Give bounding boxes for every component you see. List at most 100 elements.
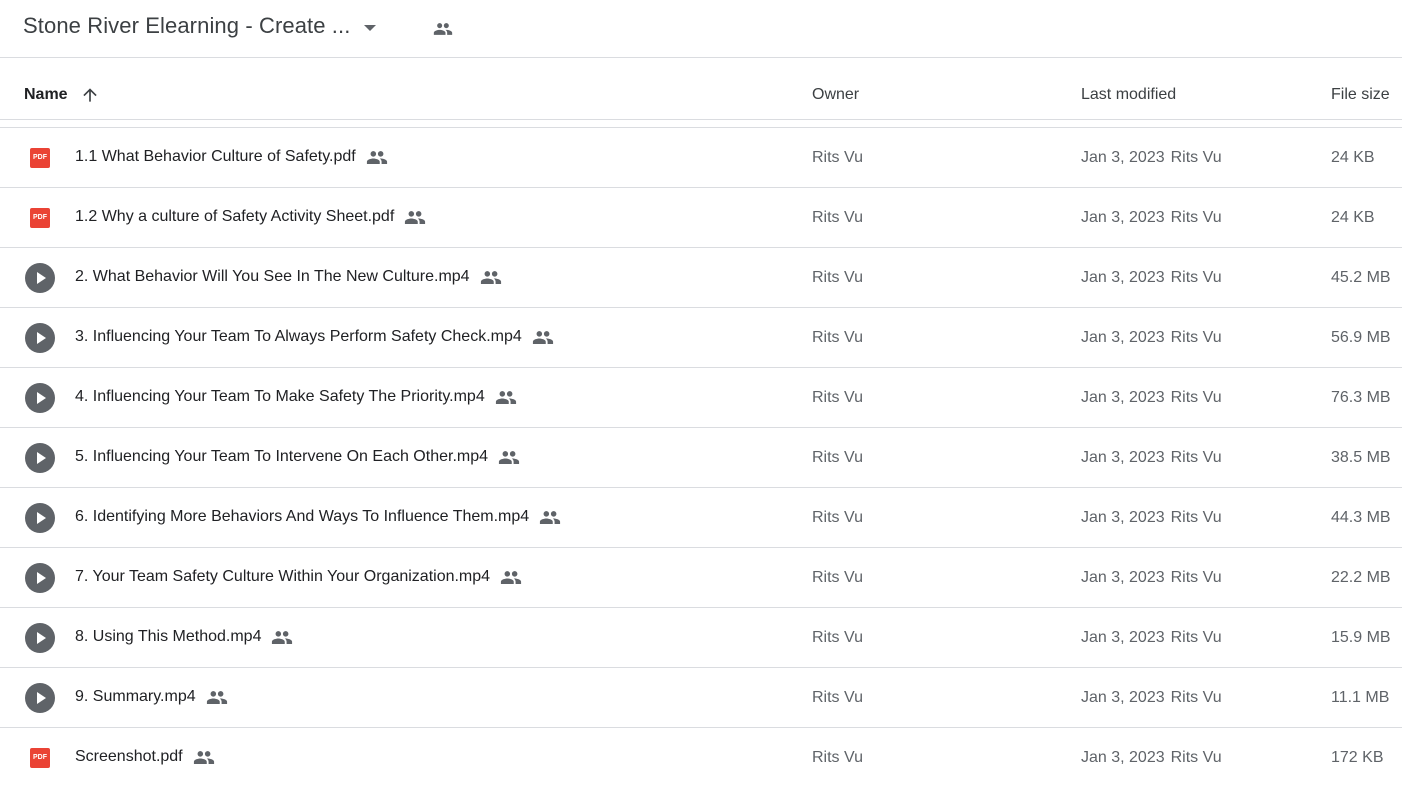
pdf-file-icon: PDF [30, 148, 50, 168]
play-circle-icon [25, 563, 55, 593]
play-circle-icon [25, 683, 55, 713]
caret-down-icon[interactable] [364, 25, 376, 31]
file-row[interactable]: PDF 1.1 What Behavior Culture of Safety.p… [0, 128, 1402, 188]
shared-people-icon[interactable] [430, 19, 456, 44]
file-name[interactable]: 1.1 What Behavior Culture of Safety.pdf [75, 148, 356, 166]
file-owner: Rits Vu [812, 269, 863, 286]
shared-people-icon [366, 150, 387, 164]
shared-people-icon [271, 630, 293, 644]
file-name[interactable]: 5. Influencing Your Team To Intervene On… [75, 448, 488, 466]
pdf-file-icon: PDF [30, 748, 50, 768]
file-owner: Rits Vu [812, 449, 863, 466]
play-circle-icon [25, 263, 55, 293]
shared-people-icon [480, 270, 501, 284]
file-owner: Rits Vu [812, 509, 863, 526]
file-size: 44.3 MB [1331, 509, 1391, 526]
file-last-modified: Jan 3, 2023 Rits Vu [1081, 689, 1222, 707]
file-name-cell: 1.1 What Behavior Culture of Safety.pdf [75, 148, 387, 166]
file-owner: Rits Vu [812, 629, 863, 646]
file-last-modified: Jan 3, 2023 Rits Vu [1081, 749, 1222, 767]
modified-date: Jan 3, 2023 [1081, 509, 1165, 526]
modified-by: Rits Vu [1170, 569, 1222, 586]
file-row[interactable]: 6. Identifying More Behaviors And Ways T… [0, 488, 1402, 548]
folder-title[interactable]: Stone River Elearning - Create ... [23, 13, 350, 39]
file-name-cell: 2. What Behavior Will You See In The New… [75, 268, 501, 286]
file-owner: Rits Vu [812, 569, 863, 586]
modified-date: Jan 3, 2023 [1081, 569, 1165, 586]
modified-by: Rits Vu [1170, 269, 1222, 286]
shared-people-icon [532, 330, 553, 344]
file-name[interactable]: 9. Summary.mp4 [75, 688, 196, 706]
file-last-modified: Jan 3, 2023 Rits Vu [1081, 629, 1222, 647]
modified-by: Rits Vu [1170, 389, 1222, 406]
pdf-file-icon: PDF [30, 208, 50, 228]
file-name-cell: 6. Identifying More Behaviors And Ways T… [75, 508, 561, 526]
file-size: 22.2 MB [1331, 569, 1391, 586]
file-owner: Rits Vu [812, 749, 863, 766]
file-row[interactable]: PDF Screenshot.pdf Rits Vu Jan 3, 2023 Rits … [0, 728, 1402, 788]
file-size: 56.9 MB [1331, 329, 1391, 346]
column-header-last-modified[interactable]: Last modified [1081, 86, 1176, 104]
file-last-modified: Jan 3, 2023 Rits Vu [1081, 269, 1222, 287]
file-name[interactable]: 4. Influencing Your Team To Make Safety … [75, 388, 485, 406]
file-row[interactable]: 7. Your Team Safety Culture Within Your … [0, 548, 1402, 608]
file-size: 172 KB [1331, 749, 1384, 766]
file-size: 38.5 MB [1331, 449, 1391, 466]
file-size: 76.3 MB [1331, 389, 1391, 406]
file-name[interactable]: 8. Using This Method.mp4 [75, 628, 261, 646]
file-owner: Rits Vu [812, 209, 863, 226]
file-last-modified: Jan 3, 2023 Rits Vu [1081, 389, 1222, 407]
file-row[interactable]: 9. Summary.mp4 Rits Vu Jan 3, 2023 Rits Vu 1… [0, 668, 1402, 728]
file-name[interactable]: 1.2 Why a culture of Safety Activity She… [75, 208, 394, 226]
file-owner: Rits Vu [812, 689, 863, 706]
file-owner: Rits Vu [812, 329, 863, 346]
arrow-up-icon[interactable] [80, 85, 100, 110]
modified-by: Rits Vu [1170, 509, 1222, 526]
file-row[interactable]: PDF 1.2 Why a culture of Safety Activity … [0, 188, 1402, 248]
modified-date: Jan 3, 2023 [1081, 269, 1165, 286]
file-row[interactable]: 8. Using This Method.mp4 Rits Vu Jan 3, 20… [0, 608, 1402, 668]
play-circle-icon [25, 383, 55, 413]
modified-date: Jan 3, 2023 [1081, 749, 1165, 766]
shared-people-icon [498, 450, 520, 464]
file-name-cell: 7. Your Team Safety Culture Within Your … [75, 568, 522, 586]
column-header-owner[interactable]: Owner [812, 86, 859, 104]
file-name-cell: 5. Influencing Your Team To Intervene On… [75, 448, 520, 466]
play-circle-icon [25, 323, 55, 353]
file-last-modified: Jan 3, 2023 Rits Vu [1081, 569, 1222, 587]
shared-people-icon [206, 690, 227, 704]
file-name-cell: 3. Influencing Your Team To Always Perfo… [75, 328, 553, 346]
modified-by: Rits Vu [1170, 749, 1222, 766]
modified-by: Rits Vu [1170, 329, 1222, 346]
modified-date: Jan 3, 2023 [1081, 689, 1165, 706]
modified-by: Rits Vu [1170, 689, 1222, 706]
file-size: 15.9 MB [1331, 629, 1391, 646]
file-name-cell: 4. Influencing Your Team To Make Safety … [75, 388, 516, 406]
file-name[interactable]: 7. Your Team Safety Culture Within Your … [75, 568, 490, 586]
file-list: PDF 1.1 What Behavior Culture of Safety.p… [0, 128, 1402, 788]
column-header-file-size[interactable]: File size [1331, 86, 1390, 104]
shared-people-icon [500, 570, 522, 584]
file-size: 24 KB [1331, 209, 1375, 226]
column-header-name[interactable]: Name [24, 86, 68, 104]
file-last-modified: Jan 3, 2023 Rits Vu [1081, 149, 1222, 167]
play-circle-icon [25, 443, 55, 473]
modified-date: Jan 3, 2023 [1081, 209, 1165, 226]
file-name-cell: 8. Using This Method.mp4 [75, 628, 293, 646]
shared-people-icon [404, 210, 426, 224]
file-row[interactable]: 3. Influencing Your Team To Always Perfo… [0, 308, 1402, 368]
file-name[interactable]: 2. What Behavior Will You See In The New… [75, 268, 470, 286]
file-row[interactable]: 4. Influencing Your Team To Make Safety … [0, 368, 1402, 428]
folder-header: Stone River Elearning - Create ... [0, 0, 1402, 58]
file-row[interactable]: 2. What Behavior Will You See In The New… [0, 248, 1402, 308]
file-row[interactable]: 5. Influencing Your Team To Intervene On… [0, 428, 1402, 488]
play-circle-icon [25, 623, 55, 653]
file-size: 45.2 MB [1331, 269, 1391, 286]
modified-date: Jan 3, 2023 [1081, 629, 1165, 646]
modified-date: Jan 3, 2023 [1081, 149, 1165, 166]
file-last-modified: Jan 3, 2023 Rits Vu [1081, 449, 1222, 467]
shared-people-icon [193, 750, 214, 764]
file-name[interactable]: Screenshot.pdf [75, 748, 183, 766]
file-name[interactable]: 6. Identifying More Behaviors And Ways T… [75, 508, 529, 526]
file-name[interactable]: 3. Influencing Your Team To Always Perfo… [75, 328, 522, 346]
